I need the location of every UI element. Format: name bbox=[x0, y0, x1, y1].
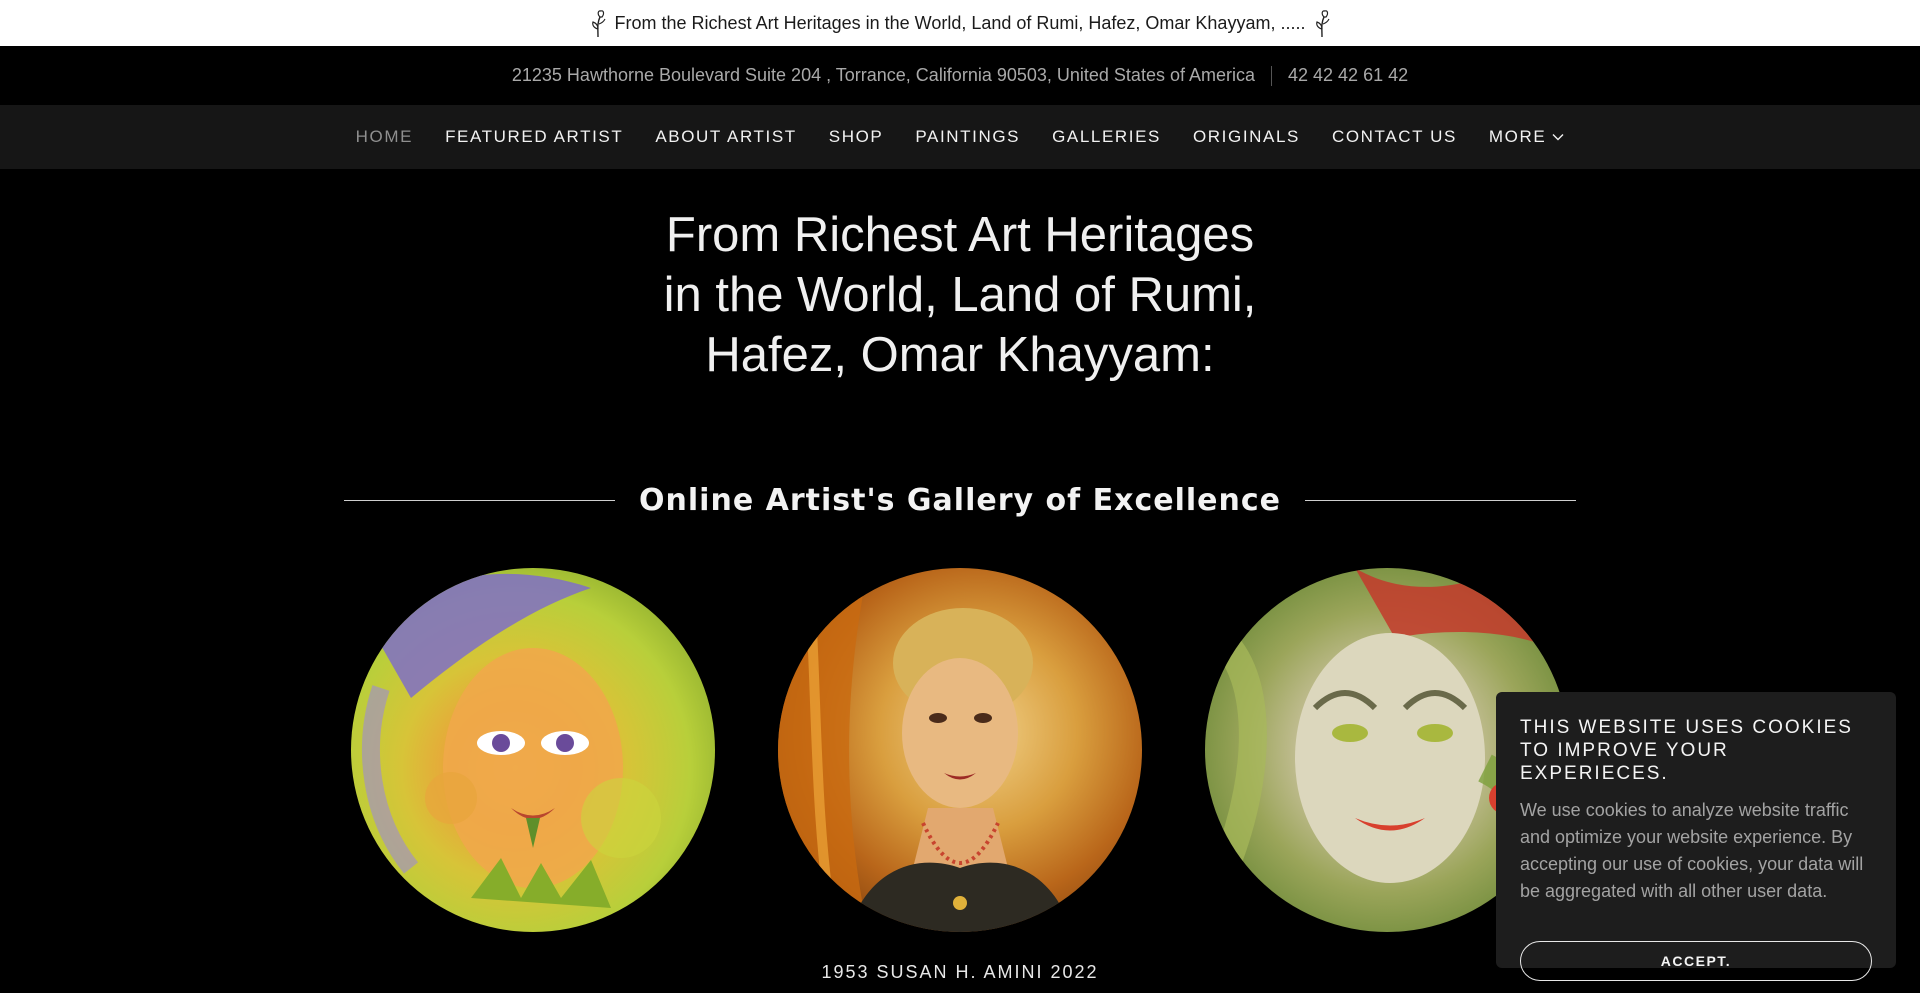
announcement-bar: From the Richest Art Heritages in the Wo… bbox=[0, 0, 1920, 46]
flower-icon bbox=[1311, 7, 1333, 39]
cookie-body: We use cookies to analyze website traffi… bbox=[1520, 800, 1864, 901]
hero-title-line: in the World, Land of Rumi, bbox=[663, 268, 1257, 322]
cookie-consent-banner: THIS WEBSITE USES COOKIES TO IMPROVE YOU… bbox=[1496, 692, 1896, 981]
main-navigation: HOME FEATURED ARTIST ABOUT ARTIST SHOP P… bbox=[0, 105, 1920, 169]
divider-line bbox=[1304, 499, 1577, 501]
gallery-image-painting-face[interactable] bbox=[351, 568, 715, 932]
hero-title: From Richest Art Heritages in the World,… bbox=[560, 205, 1360, 385]
nav-paintings[interactable]: PAINTINGS bbox=[915, 127, 1020, 147]
phone-link[interactable]: 42 42 42 61 42 bbox=[1288, 65, 1408, 86]
hero-title-line: From Richest Art Heritages bbox=[665, 208, 1255, 262]
cookie-title: THIS WEBSITE USES COOKIES TO IMPROVE YOU… bbox=[1520, 717, 1853, 784]
nav-featured-artist[interactable]: FEATURED ARTIST bbox=[445, 127, 623, 147]
divider-line bbox=[344, 499, 616, 501]
chevron-down-icon bbox=[1552, 134, 1564, 141]
accept-cookies-button[interactable]: ACCEPT. bbox=[1520, 941, 1872, 981]
nav-shop[interactable]: SHOP bbox=[829, 127, 884, 147]
address-link[interactable]: 21235 Hawthorne Boulevard Suite 204 , To… bbox=[512, 65, 1255, 86]
hero-title-line: Hafez, Omar Khayyam: bbox=[705, 328, 1215, 382]
section-title: Online Artist's Gallery of Excellence bbox=[639, 482, 1281, 518]
nav-more-label: MORE bbox=[1488, 127, 1547, 146]
gallery-section-heading: Online Artist's Gallery of Excellence bbox=[344, 478, 1577, 522]
nav-contact-us[interactable]: CONTACT US bbox=[1332, 127, 1457, 147]
nav-home[interactable]: HOME bbox=[356, 127, 413, 147]
contact-info-bar: 21235 Hawthorne Boulevard Suite 204 , To… bbox=[0, 46, 1920, 105]
nav-more-dropdown[interactable]: MORE bbox=[1489, 127, 1564, 147]
nav-originals[interactable]: ORIGINALS bbox=[1193, 127, 1300, 147]
divider bbox=[1271, 65, 1272, 86]
gallery-image-artist-portrait[interactable] bbox=[778, 568, 1142, 932]
flower-icon bbox=[587, 7, 609, 39]
nav-about-artist[interactable]: ABOUT ARTIST bbox=[655, 127, 796, 147]
announcement-text: From the Richest Art Heritages in the Wo… bbox=[614, 12, 1306, 33]
nav-galleries[interactable]: GALLERIES bbox=[1052, 127, 1161, 147]
